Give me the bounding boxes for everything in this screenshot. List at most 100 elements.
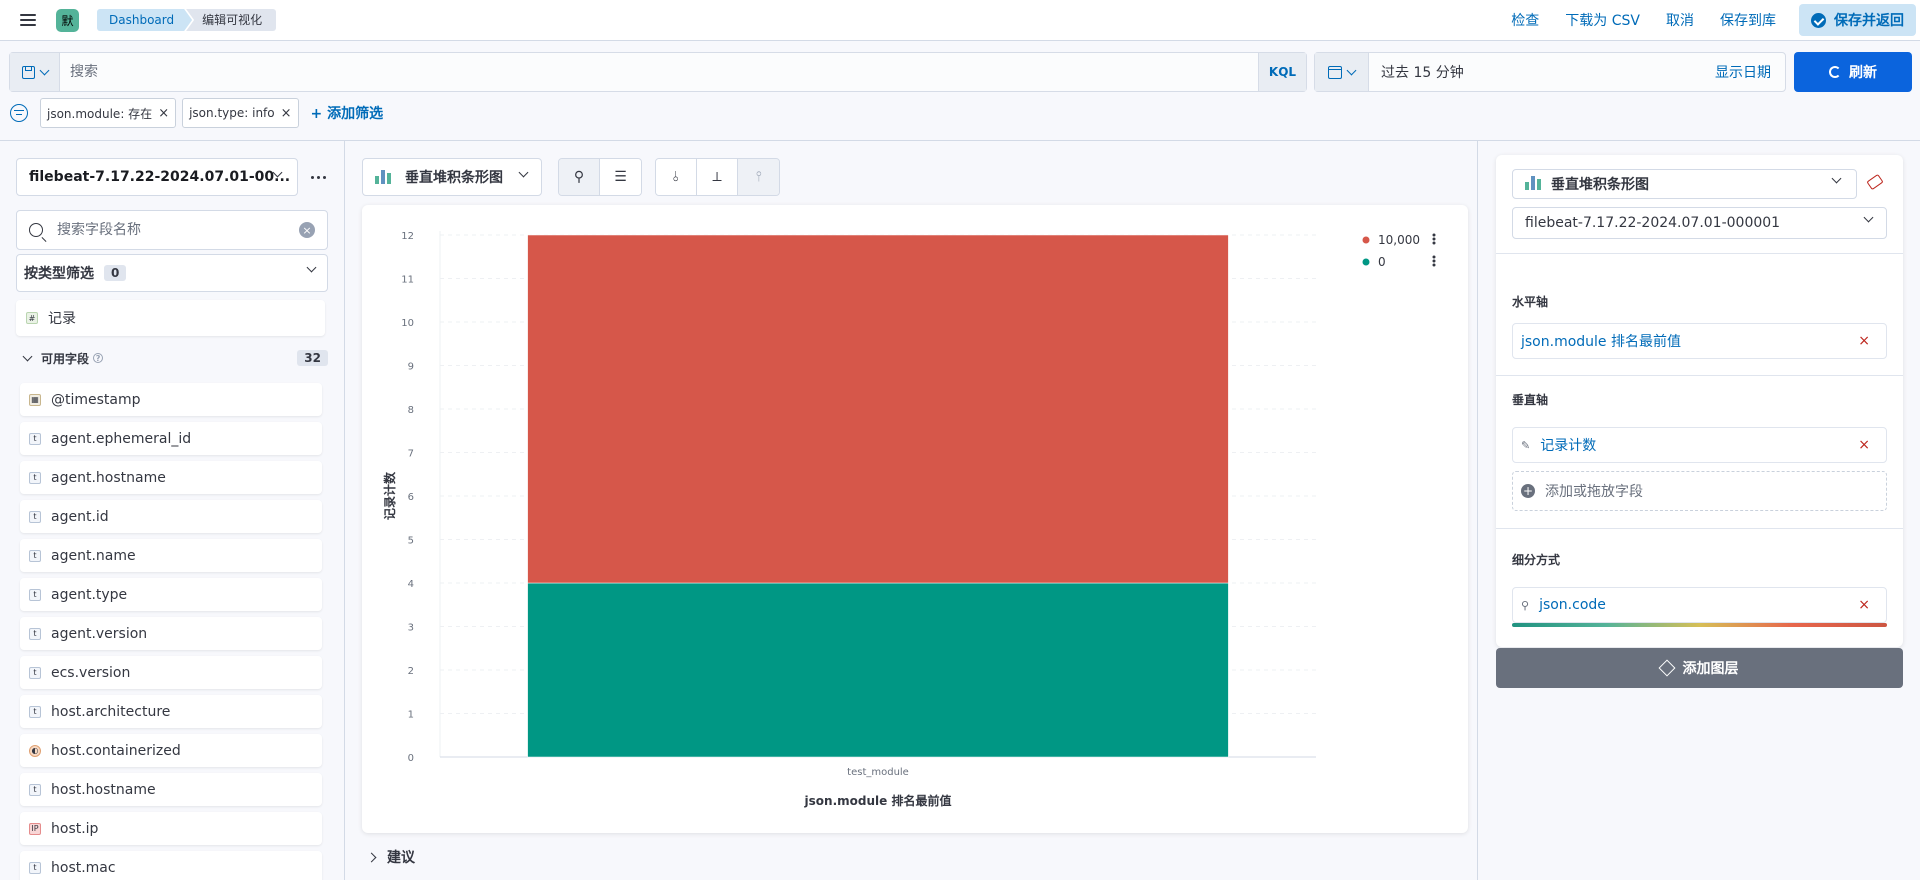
- saved-query-button[interactable]: [10, 53, 60, 91]
- clear-layer-icon[interactable]: [1866, 173, 1884, 191]
- chevron-down-icon: [1831, 173, 1842, 184]
- stacked-bar-icon: [375, 170, 395, 184]
- divider: [1496, 253, 1903, 254]
- add-y-field-dropzone[interactable]: + 添加或拖放字段: [1512, 471, 1887, 511]
- chevron-down-icon: [1863, 212, 1874, 223]
- search-input[interactable]: [60, 53, 1258, 91]
- field-name: agent.type: [51, 586, 128, 603]
- remove-icon[interactable]: ×: [1858, 597, 1870, 613]
- field-name: @timestamp: [51, 391, 141, 408]
- x-axis-field-label: json.module 排名最前值: [1521, 334, 1681, 350]
- filter-menu-icon[interactable]: [10, 104, 28, 122]
- data-view-picker[interactable]: filebeat-7.17.22-2024.07.01-00...: [16, 158, 298, 196]
- text-field-type-icon: t: [29, 510, 41, 523]
- bottom-axis-button[interactable]: ⟂: [697, 159, 738, 195]
- right-axis-button[interactable]: ⫯: [738, 159, 779, 195]
- filter-pill[interactable]: json.module: 存在 ×: [40, 98, 177, 128]
- field-list-item[interactable]: ◐ host.containerized: [20, 734, 322, 767]
- layers-icon: [1658, 659, 1675, 677]
- field-list-item[interactable]: t agent.type: [20, 578, 322, 611]
- more-options-icon[interactable]: [306, 168, 330, 186]
- x-axis-dimension[interactable]: json.module 排名最前值 ×: [1512, 323, 1887, 359]
- save-and-return-button[interactable]: 保存并返回: [1799, 4, 1916, 36]
- y-tick-label: 3: [408, 623, 414, 634]
- field-list-item[interactable]: t host.architecture: [20, 695, 322, 728]
- legend-swatch: [1362, 236, 1370, 244]
- cancel-link[interactable]: 取消: [1666, 10, 1694, 30]
- bar-segment: [527, 234, 1229, 584]
- display-options-group: ⚲ ☰: [558, 158, 642, 196]
- field-list: ▦ @timestamp t agent.ephemeral_id t agent.hos…: [20, 383, 322, 880]
- left-axis-button[interactable]: ⫰: [656, 159, 697, 195]
- chart-panel: 0 1 2 3 4 5 6 7 8 9 10 11 12 test_module json.module 排…: [362, 205, 1468, 833]
- inspect-link[interactable]: 检查: [1511, 10, 1539, 30]
- breakdown-dimension[interactable]: ⚲ json.code ×: [1512, 587, 1887, 623]
- filter-pill-label: json.type: info: [189, 106, 275, 120]
- quick-date-button[interactable]: [1315, 53, 1369, 91]
- info-icon[interactable]: ?: [93, 353, 104, 363]
- field-name: host.ip: [51, 820, 99, 837]
- legend-menu-icon: [1432, 237, 1436, 241]
- refresh-label: 刷新: [1849, 65, 1877, 81]
- close-icon[interactable]: ×: [281, 106, 292, 121]
- bar-chart: 0123456789101112test_modulejson.module 排…: [382, 231, 1436, 808]
- field-list-item[interactable]: t agent.hostname: [20, 461, 322, 494]
- save-and-return-label: 保存并返回: [1834, 13, 1904, 29]
- save-disk-icon: [21, 65, 35, 79]
- time-range-text[interactable]: 过去 15 分钟: [1369, 62, 1715, 82]
- field-search-input[interactable]: [43, 222, 299, 238]
- save-to-library-link[interactable]: 保存到库: [1720, 10, 1776, 30]
- suggestions-toggle[interactable]: 建议: [366, 847, 415, 867]
- legend-label: 10,000: [1378, 233, 1420, 247]
- suggestions-label: 建议: [387, 850, 415, 866]
- field-list-item[interactable]: t agent.id: [20, 500, 322, 533]
- legend-swatch: [1362, 258, 1370, 266]
- legend-menu-icon: [1432, 233, 1436, 237]
- y-axis-dimension[interactable]: ✎ 记录计数 ×: [1512, 427, 1887, 463]
- field-list-item[interactable]: t agent.version: [20, 617, 322, 650]
- type-filter-button[interactable]: 按类型筛选 0: [16, 254, 328, 292]
- search-bar: KQL: [9, 52, 1307, 92]
- legend-button[interactable]: ☰: [600, 159, 641, 195]
- add-layer-button[interactable]: 添加图层: [1496, 648, 1903, 688]
- available-fields-header[interactable]: 可用字段 ? 32: [16, 346, 328, 370]
- header-actions: 检查 下载为 CSV 取消 保存到库 保存并返回: [1498, 0, 1920, 41]
- refresh-button[interactable]: 刷新: [1794, 52, 1912, 92]
- space-avatar[interactable]: 默: [56, 8, 79, 32]
- field-list-item[interactable]: IP host.ip: [20, 812, 322, 845]
- breadcrumb-dashboard[interactable]: Dashboard: [97, 9, 192, 31]
- edit-icon: ✎: [1521, 438, 1531, 452]
- stacked-bar-icon: [1525, 175, 1541, 190]
- brush-icon: ⚲: [1521, 598, 1530, 612]
- y-tick-label: 9: [408, 362, 414, 373]
- field-list-item[interactable]: t host.hostname: [20, 773, 322, 806]
- query-language-button[interactable]: KQL: [1258, 53, 1306, 91]
- field-list-item[interactable]: t ecs.version: [20, 656, 322, 689]
- records-field[interactable]: # 记录: [16, 300, 325, 336]
- layer-chart-type-label: 垂直堆积条形图: [1551, 177, 1649, 193]
- color-palette-strip: [1512, 623, 1887, 627]
- close-icon[interactable]: ×: [158, 106, 169, 121]
- y-tick-label: 0: [408, 753, 414, 764]
- menu-button[interactable]: [0, 0, 56, 41]
- layer-chart-type-select[interactable]: 垂直堆积条形图: [1512, 169, 1857, 199]
- remove-icon[interactable]: ×: [1858, 437, 1870, 453]
- y-tick-label: 5: [408, 536, 414, 547]
- layer-data-view-select[interactable]: filebeat-7.17.22-2024.07.01-000001: [1512, 207, 1887, 239]
- field-list-item[interactable]: t agent.ephemeral_id: [20, 422, 322, 455]
- download-csv-link[interactable]: 下载为 CSV: [1565, 10, 1640, 30]
- remove-icon[interactable]: ×: [1858, 333, 1870, 349]
- chart-type-switcher[interactable]: 垂直堆积条形图: [362, 158, 542, 196]
- text-field-type-icon: t: [29, 627, 41, 640]
- field-list-item[interactable]: t agent.name: [20, 539, 322, 572]
- filter-pill[interactable]: json.type: info ×: [182, 98, 299, 128]
- show-dates-link[interactable]: 显示日期: [1715, 62, 1785, 82]
- add-filter-button[interactable]: + 添加筛选: [311, 103, 384, 123]
- x-axis-title: json.module 排名最前值: [804, 793, 952, 808]
- clear-icon[interactable]: ×: [299, 222, 315, 238]
- paint-brush-button[interactable]: ⚲: [559, 159, 600, 195]
- list-icon: ☰: [614, 169, 627, 185]
- field-sidebar: filebeat-7.17.22-2024.07.01-00... × 按类型筛…: [0, 141, 345, 880]
- field-list-item[interactable]: t host.mac: [20, 851, 322, 880]
- field-list-item[interactable]: ▦ @timestamp: [20, 383, 322, 416]
